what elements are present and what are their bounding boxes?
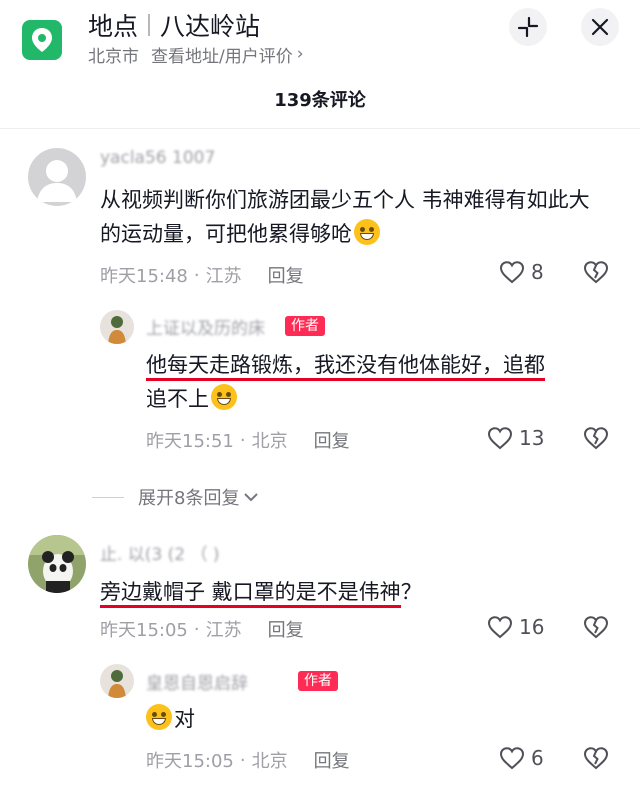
location-header: 地点 八达岭站 北京市 查看地址/用户评价 ›: [0, 0, 640, 76]
reply-location: 北京: [251, 431, 288, 452]
highlighted-text: 旁边戴帽子 戴口罩的是不是伟神: [100, 580, 401, 608]
comment-text-end: ？: [400, 580, 422, 604]
heart-icon: [487, 427, 513, 450]
avatar[interactable]: [28, 148, 86, 206]
heart-icon: [499, 261, 525, 284]
comment-meta: 昨天15:05 · 江苏 回复: [100, 616, 304, 642]
avatar[interactable]: [100, 310, 134, 344]
heart-icon: [499, 747, 525, 770]
location-subtitle[interactable]: 北京市 查看地址/用户评价 ›: [88, 42, 304, 67]
minimize-button[interactable]: [509, 8, 547, 46]
comment-time: 昨天15:48: [100, 266, 188, 287]
avatar[interactable]: [28, 535, 86, 593]
comment-time: 昨天15:05: [100, 620, 188, 641]
reply-username[interactable]: 皇恩自恩启辞: [146, 669, 248, 694]
expand-replies-button[interactable]: 展开8条回复: [92, 484, 259, 510]
reply-text: 他每天走路锻炼，我还没有他体能好，追都 追不上: [146, 348, 626, 416]
comment-text: 旁边戴帽子 戴口罩的是不是伟神？: [100, 575, 610, 609]
grinning-emoji-icon: [354, 219, 380, 245]
view-address-link[interactable]: 查看地址/用户评价: [151, 42, 293, 67]
author-badge: 作者: [298, 671, 338, 691]
dislike-button[interactable]: [583, 260, 609, 288]
station-name: 八达岭站: [160, 12, 261, 41]
like-count: 8: [531, 260, 544, 284]
reply-username[interactable]: 上证以及历的床: [146, 314, 265, 339]
broken-heart-icon: [583, 616, 609, 639]
broken-heart-icon: [583, 261, 609, 284]
highlighted-text: 他每天走路锻炼，我还没有他体能好，追都: [146, 353, 545, 381]
avatar[interactable]: [100, 664, 134, 698]
tears-of-joy-emoji-icon: [211, 384, 237, 410]
like-count: 6: [531, 746, 544, 770]
comment-username[interactable]: 止. 以(3 (2 （ ): [100, 540, 220, 565]
comment-location: 江苏: [205, 266, 242, 287]
comment-location: 江苏: [205, 620, 242, 641]
dislike-button[interactable]: [583, 746, 609, 774]
dislike-button[interactable]: [583, 426, 609, 454]
map-pin-icon[interactable]: [22, 20, 62, 60]
like-count: 13: [519, 426, 545, 450]
reply-time: 昨天15:51: [146, 431, 234, 452]
comment-username[interactable]: yacla56 1007: [100, 148, 215, 168]
city-name: 北京市: [88, 46, 139, 67]
chevron-down-icon: [244, 493, 259, 502]
tears-of-joy-emoji-icon: [146, 704, 172, 730]
title-divider: [148, 14, 151, 36]
reply-text: 对: [146, 702, 626, 736]
reply-location: 北京: [251, 751, 288, 772]
author-badge: 作者: [285, 316, 325, 336]
broken-heart-icon: [583, 427, 609, 450]
expand-replies-label: 展开8条回复: [138, 488, 240, 509]
comments-count-title: 139条评论: [274, 90, 366, 111]
location-title-row[interactable]: 地点 八达岭站: [88, 8, 260, 42]
broken-heart-icon: [583, 747, 609, 770]
chevron-right-icon: ›: [296, 44, 304, 64]
comment-text: 从视频判断你们旅游团最少五个人 韦神难得有如此大的运动量，可把他累得够呛: [100, 183, 610, 251]
reply-button[interactable]: 回复: [268, 616, 304, 642]
comment-meta: 昨天15:48 · 江苏 回复: [100, 262, 304, 288]
like-count: 16: [519, 615, 545, 639]
reply-username-text: 皇恩自恩启辞: [146, 674, 248, 694]
dislike-button[interactable]: [583, 615, 609, 643]
reply-button[interactable]: 回复: [314, 747, 350, 773]
close-button[interactable]: [581, 8, 619, 46]
header-divider: [0, 128, 640, 129]
like-button[interactable]: 6: [499, 746, 544, 770]
like-button[interactable]: 8: [499, 260, 544, 284]
reply-text-body: 对: [174, 707, 195, 731]
heart-icon: [487, 616, 513, 639]
reply-text-continuation: 追不上: [146, 387, 209, 411]
reply-meta: 昨天15:05 · 北京 回复: [146, 747, 350, 773]
reply-time: 昨天15:05: [146, 751, 234, 772]
expand-divider: [92, 496, 124, 498]
like-button[interactable]: 16: [487, 615, 544, 639]
like-button[interactable]: 13: [487, 426, 544, 450]
location-title: 地点: [88, 12, 139, 41]
reply-username-text: 上证以及历的床: [146, 319, 265, 339]
collapse-icon: [517, 16, 539, 38]
reply-button[interactable]: 回复: [314, 427, 350, 453]
close-icon: [591, 18, 609, 36]
reply-button[interactable]: 回复: [268, 262, 304, 288]
reply-meta: 昨天15:51 · 北京 回复: [146, 427, 350, 453]
comment-text-body: 从视频判断你们旅游团最少五个人 韦神难得有如此大的运动量，可把他累得够呛: [100, 188, 590, 246]
